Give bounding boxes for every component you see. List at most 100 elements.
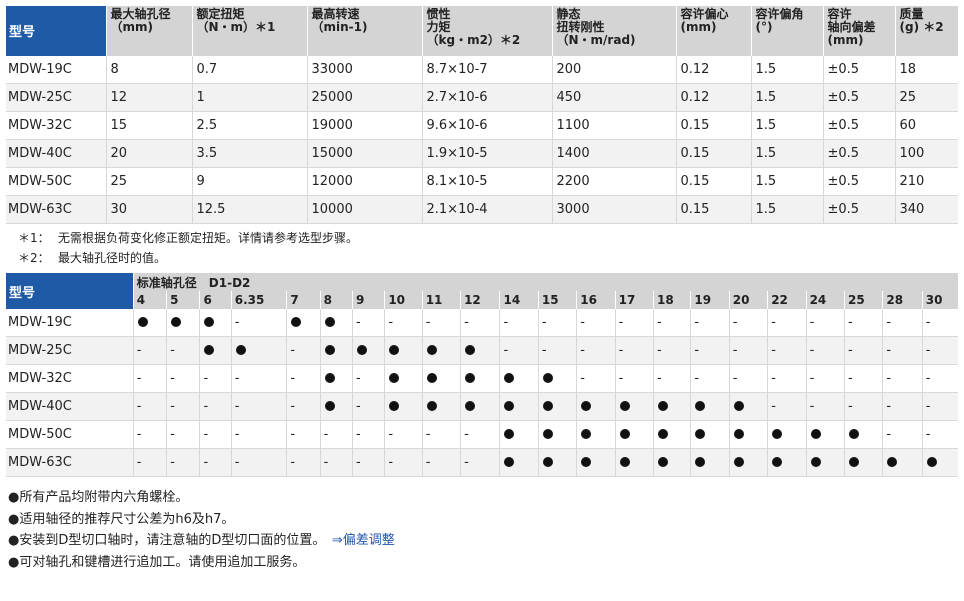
- available-dot-icon: [324, 317, 335, 327]
- bore-cell: [690, 448, 730, 477]
- bore-cell: [690, 420, 730, 449]
- unavailable-mark: -: [503, 315, 509, 330]
- spec-cell: 100: [894, 139, 958, 168]
- bore-size-header: 24: [805, 291, 845, 309]
- spec-cell: 0.15: [675, 167, 751, 196]
- unavailable-mark: -: [388, 455, 394, 470]
- bore-cell: [614, 448, 654, 477]
- available-dot-icon: [695, 401, 706, 411]
- bore-size-header: 11: [421, 291, 461, 309]
- spec-cell: 0.15: [675, 195, 751, 224]
- available-dot-icon: [542, 401, 553, 411]
- bore-cell: -: [132, 448, 167, 477]
- unavailable-mark: -: [809, 343, 815, 358]
- unavailable-mark: -: [809, 315, 815, 330]
- spec-cell: 25: [894, 83, 958, 112]
- model-cell: MDW-19C: [6, 309, 134, 337]
- bore-size-header: 17: [614, 291, 654, 309]
- model-cell: MDW-25C: [6, 83, 106, 112]
- available-dot-icon: [389, 401, 400, 411]
- unavailable-mark: -: [925, 427, 931, 442]
- bore-cell: -: [132, 336, 167, 365]
- available-dot-icon: [504, 401, 515, 411]
- available-dot-icon: [658, 401, 669, 411]
- spec-cell: 200: [551, 56, 676, 84]
- bore-size-header: 14: [499, 291, 539, 309]
- bore-cell: -: [166, 364, 200, 393]
- model-header: 型号: [6, 273, 134, 309]
- bore-cell: -: [882, 364, 923, 393]
- unavailable-mark: -: [925, 371, 931, 386]
- bore-cell: [132, 309, 167, 337]
- bore-cell: [319, 309, 353, 337]
- available-dot-icon: [887, 457, 898, 467]
- bore-size-header: 7: [286, 291, 321, 309]
- bore-cell: -: [199, 420, 232, 449]
- spec-cell: 1.9×10-5: [421, 139, 552, 168]
- unavailable-mark: -: [170, 371, 175, 386]
- available-dot-icon: [291, 317, 302, 327]
- spec-cell: 12000: [306, 167, 422, 196]
- spec-column-header: 容许偏心 (mm): [675, 6, 751, 56]
- bore-cell: -: [805, 336, 845, 365]
- bore-cell: [460, 336, 500, 365]
- unavailable-mark: -: [355, 371, 361, 386]
- bore-cell: [499, 448, 539, 477]
- spec-cell: 1400: [551, 139, 676, 168]
- bore-cell: -: [230, 420, 287, 449]
- bore-cell: [537, 392, 577, 421]
- spec-cell: ±0.5: [822, 111, 895, 140]
- unavailable-mark: -: [170, 427, 175, 442]
- bore-cell: [653, 420, 691, 449]
- bore-cell: [728, 448, 768, 477]
- bore-cell: [421, 364, 461, 393]
- bore-size-header: 6: [199, 291, 232, 309]
- unavailable-mark: -: [925, 315, 931, 330]
- bore-cell: -: [132, 392, 167, 421]
- model-cell: MDW-50C: [6, 420, 134, 449]
- unavailable-mark: -: [886, 399, 892, 414]
- unavailable-mark: -: [925, 343, 931, 358]
- bore-row: MDW-32C - - - - - - - - - - - - - - - -: [6, 364, 958, 393]
- bore-cell: -: [166, 420, 200, 449]
- bore-cell: [728, 392, 768, 421]
- spec-cell: 3000: [551, 195, 676, 224]
- model-header: 型号: [6, 6, 106, 56]
- bore-cell: -: [614, 309, 654, 337]
- bore-cell: -: [653, 336, 691, 365]
- bore-cell: [421, 336, 461, 365]
- bore-cell: -: [576, 309, 616, 337]
- unavailable-mark: -: [323, 455, 329, 470]
- bore-cell: -: [286, 420, 321, 449]
- spec-cell: 2.1×10-4: [421, 195, 552, 224]
- bullet-text: ●安装到D型切口轴时，请注意轴的D型切口面的位置。: [8, 533, 319, 548]
- model-cell: MDW-40C: [6, 392, 134, 421]
- model-cell: MDW-50C: [6, 167, 106, 196]
- unavailable-mark: -: [464, 315, 469, 330]
- available-dot-icon: [504, 373, 515, 383]
- bore-cell: [384, 392, 423, 421]
- bore-cell: -: [199, 364, 232, 393]
- unavailable-mark: -: [771, 371, 776, 386]
- available-dot-icon: [619, 401, 630, 411]
- bore-size-header: 10: [384, 291, 423, 309]
- bore-cell: -: [286, 448, 321, 477]
- spec-cell: ±0.5: [822, 56, 895, 84]
- bore-size-header: 20: [728, 291, 768, 309]
- unavailable-mark: -: [694, 371, 700, 386]
- bore-table: 型号 标准轴孔径 D1-D2 4 5 6 6.35 7 8 9 10 11 12 14 15 16 17 1…: [6, 273, 958, 477]
- spec-cell: 1.5: [750, 195, 823, 224]
- available-dot-icon: [581, 457, 592, 467]
- note-1: ＊1： 无需根据负荷变化修正额定扭矩。详情请参考选型步骤。: [18, 229, 358, 248]
- unavailable-mark: -: [580, 315, 585, 330]
- bore-cell: [805, 448, 845, 477]
- bore-cell: -: [230, 364, 287, 393]
- model-cell: MDW-40C: [6, 139, 106, 168]
- bore-cell: -: [843, 392, 883, 421]
- spec-column-header: 质量 (g) ＊2: [894, 6, 958, 56]
- spec-row: MDW-63C 30 12.5 10000 2.1×10-4 3000 0.15 1.5 ±0.…: [6, 195, 958, 224]
- header-line: （min-1): [311, 20, 368, 34]
- deviation-adjust-link[interactable]: ⇒偏差调整: [332, 533, 395, 548]
- header-line: （N・m）＊1: [196, 20, 276, 34]
- bore-size-header: 28: [882, 291, 923, 309]
